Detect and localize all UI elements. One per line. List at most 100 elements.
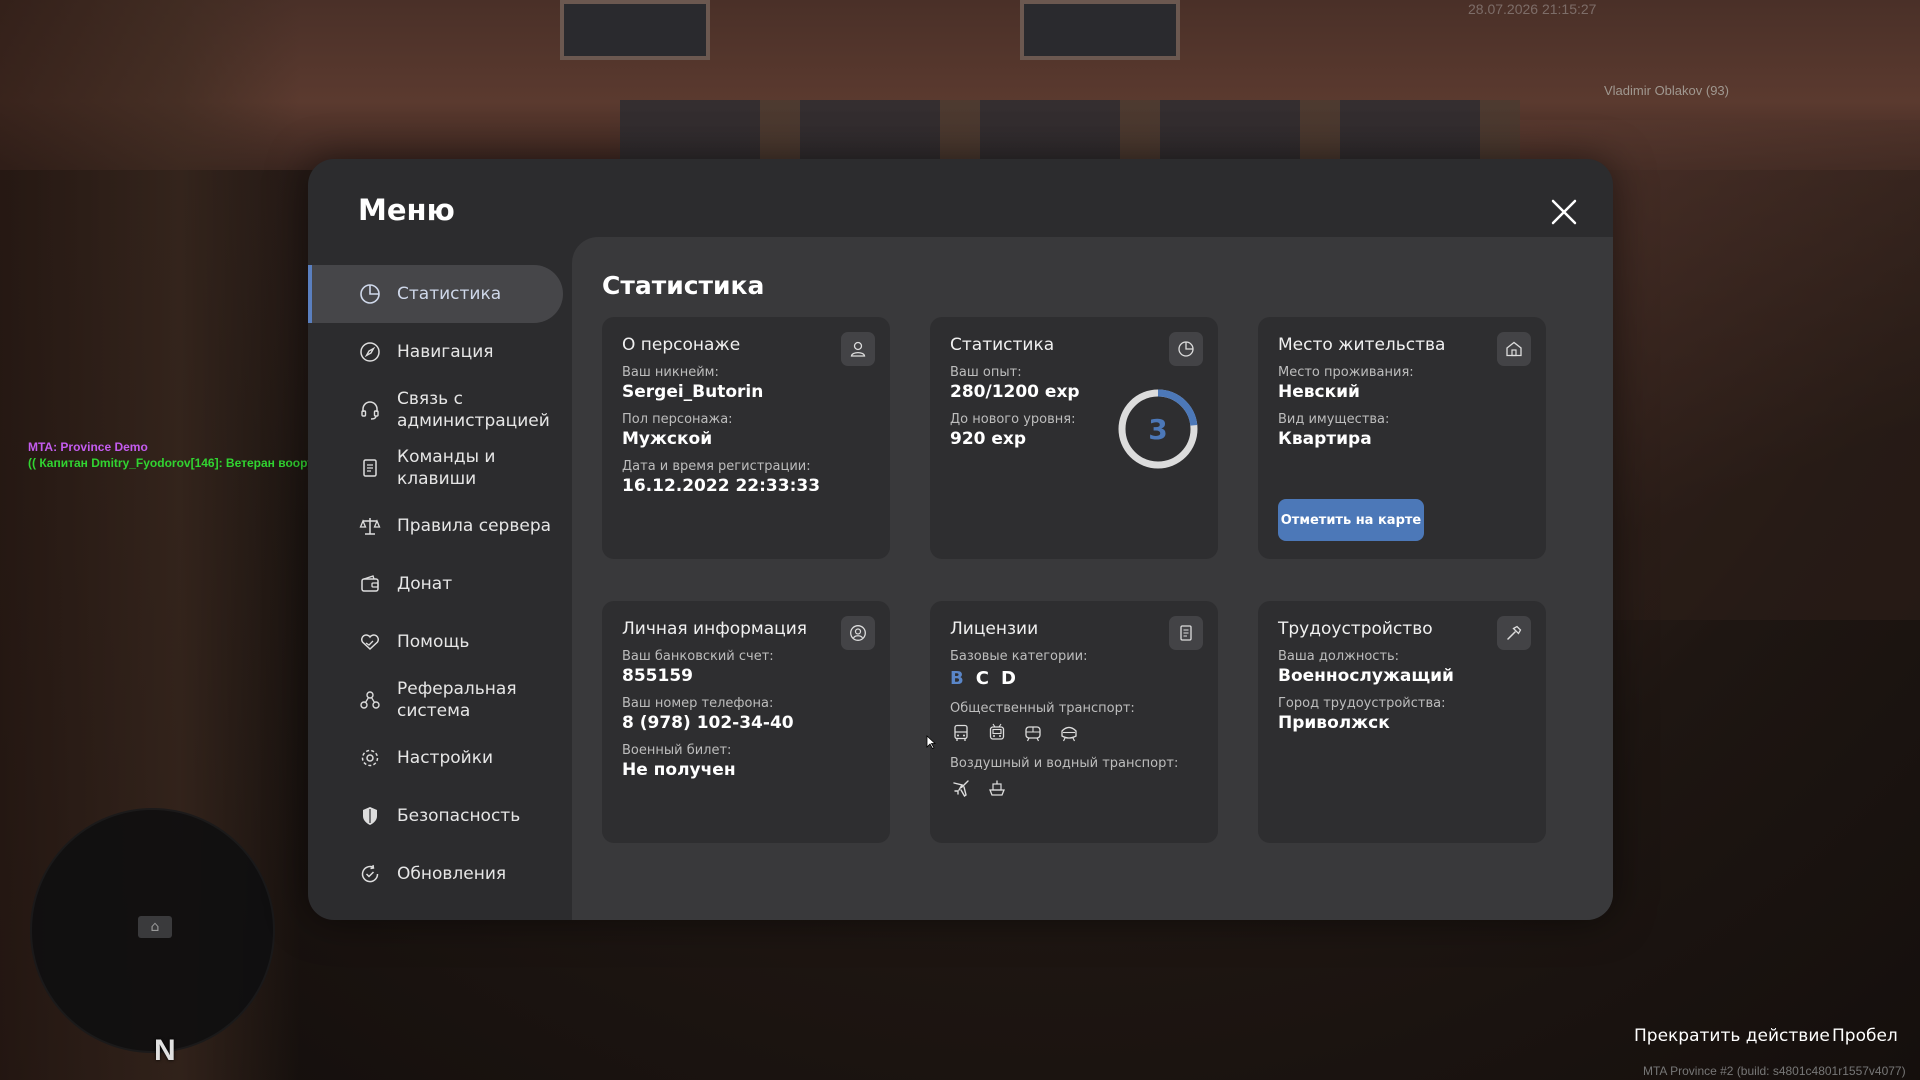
gender-label: Пол персонажа: bbox=[622, 412, 733, 427]
level-number: 3 bbox=[1148, 413, 1167, 446]
refresh-check-icon bbox=[358, 862, 382, 886]
position-value: Военнослужащий bbox=[1278, 666, 1454, 686]
wallet-icon bbox=[358, 572, 382, 596]
character-card: О персонаже Ваш никнейм: Sergei_Butorin … bbox=[602, 317, 890, 559]
sidebar-item-updates[interactable]: Обновления bbox=[308, 845, 572, 903]
licenses-card: Лицензии Базовые категории: B C D Общест… bbox=[930, 601, 1218, 843]
sidebar-item-label: Команды и клавиши bbox=[397, 447, 496, 489]
sidebar-item-label: Обновления bbox=[397, 864, 507, 884]
sidebar-item-rules[interactable]: Правила сервера bbox=[308, 497, 572, 555]
minimap-player-icon: ⌂ bbox=[138, 916, 172, 938]
card-title: Место жительства bbox=[1278, 335, 1446, 355]
level-progress-ring: 3 bbox=[1118, 389, 1198, 469]
phone-label: Ваш номер телефона: bbox=[622, 696, 774, 711]
license-category-c: C bbox=[975, 668, 989, 689]
user-circle-icon bbox=[850, 625, 866, 641]
gear-icon bbox=[358, 746, 382, 770]
menu-title: Меню bbox=[358, 193, 455, 227]
sidebar-item-label: Навигация bbox=[397, 342, 494, 362]
hint-key: Пробел bbox=[1832, 1026, 1898, 1046]
job-city-label: Город трудоустройства: bbox=[1278, 696, 1446, 711]
air-water-transport-icons bbox=[950, 777, 1198, 799]
registration-value: 16.12.2022 22:33:33 bbox=[622, 476, 821, 496]
exp-label: Ваш опыт: bbox=[950, 365, 1022, 380]
minimap-compass: N bbox=[154, 1034, 176, 1067]
hammer-icon bbox=[1507, 625, 1522, 640]
sidebar-item-label: Статистика bbox=[397, 284, 502, 304]
heart-hands-icon bbox=[358, 630, 382, 654]
bus-icon bbox=[950, 722, 972, 744]
registration-label: Дата и время регистрации: bbox=[622, 459, 811, 474]
residence-place-label: Место проживания: bbox=[1278, 365, 1414, 380]
sidebar-item-help[interactable]: Помощь bbox=[308, 613, 572, 671]
airplane-icon bbox=[950, 777, 972, 799]
sidebar-item-referral[interactable]: Реферальная система bbox=[308, 671, 572, 729]
nickname-label: Ваш никнейм: bbox=[622, 365, 719, 380]
sidebar: Статистика Навигация Связь с администрац… bbox=[308, 265, 572, 903]
sidebar-item-security[interactable]: Безопасность bbox=[308, 787, 572, 845]
employment-card: Трудоустройство Ваша должность: Военносл… bbox=[1258, 601, 1546, 843]
property-type-value: Квартира bbox=[1278, 429, 1372, 449]
card-title: Статистика bbox=[950, 335, 1055, 355]
sidebar-item-label: Донат bbox=[397, 574, 453, 594]
license-category-b: B bbox=[950, 668, 964, 689]
compass-icon bbox=[358, 340, 382, 364]
license-category-d: D bbox=[1000, 668, 1016, 689]
tram-icon bbox=[1022, 722, 1044, 744]
sidebar-item-commands[interactable]: Команды и клавиши bbox=[308, 439, 572, 497]
id-card-icon bbox=[1180, 625, 1192, 641]
sidebar-item-label: Реферальная система bbox=[397, 679, 517, 721]
sidebar-item-contact-admin[interactable]: Связь с администрацией bbox=[308, 381, 572, 439]
pie-chart-icon bbox=[1178, 341, 1194, 357]
license-categories: B C D bbox=[950, 668, 1198, 689]
sidebar-item-statistics[interactable]: Статистика bbox=[308, 265, 563, 323]
close-button[interactable] bbox=[1543, 191, 1585, 233]
content-area: Статистика О персонаже Ваш никнейм: Serg… bbox=[572, 237, 1613, 920]
card-title: О персонаже bbox=[622, 335, 741, 355]
headset-icon bbox=[358, 398, 382, 422]
hint-action: Прекратить действие bbox=[1634, 1026, 1830, 1046]
card-icon-button bbox=[1497, 332, 1531, 366]
mouse-cursor-icon bbox=[926, 735, 936, 749]
public-transport-label: Общественный транспорт: bbox=[950, 701, 1135, 716]
sidebar-item-navigation[interactable]: Навигация bbox=[308, 323, 572, 381]
bank-account-value: 855159 bbox=[622, 666, 693, 686]
personal-info-card: Личная информация Ваш банковский счет: 8… bbox=[602, 601, 890, 843]
metro-icon bbox=[1058, 722, 1080, 744]
gender-value: Мужской bbox=[622, 429, 713, 449]
hud-player-tag: Vladimir Oblakov (93) bbox=[1604, 83, 1729, 98]
sidebar-item-donate[interactable]: Донат bbox=[308, 555, 572, 613]
referral-icon bbox=[358, 688, 382, 712]
hud-datetime: 28.07.2026 21:15:27 bbox=[1468, 1, 1597, 17]
mark-on-map-button[interactable]: Отметить на карте bbox=[1278, 499, 1424, 541]
pie-chart-icon bbox=[358, 282, 382, 306]
background-window bbox=[1020, 0, 1180, 60]
residence-place-value: Невский bbox=[1278, 382, 1360, 402]
user-icon bbox=[850, 341, 866, 357]
sidebar-item-label: Правила сервера bbox=[397, 516, 552, 536]
nickname-value: Sergei_Butorin bbox=[622, 382, 764, 402]
job-city-value: Приволжск bbox=[1278, 713, 1390, 733]
boat-icon bbox=[986, 777, 1008, 799]
close-icon bbox=[1551, 199, 1577, 225]
base-categories-label: Базовые категории: bbox=[950, 649, 1088, 664]
position-label: Ваша должность: bbox=[1278, 649, 1400, 664]
residence-card: Место жительства Место проживания: Невск… bbox=[1258, 317, 1546, 559]
sidebar-item-label: Безопасность bbox=[397, 806, 521, 826]
card-icon-button bbox=[1169, 332, 1203, 366]
document-icon bbox=[358, 456, 382, 480]
sidebar-item-settings[interactable]: Настройки bbox=[308, 729, 572, 787]
scales-icon bbox=[358, 514, 382, 538]
air-water-transport-label: Воздушный и водный транспорт: bbox=[950, 756, 1179, 771]
sidebar-item-label: Связь с администрацией bbox=[397, 389, 550, 431]
stats-card: Статистика Ваш опыт: 280/1200 exp До нов… bbox=[930, 317, 1218, 559]
card-title: Личная информация bbox=[622, 619, 808, 639]
chat-line: MTA: Province Demo bbox=[28, 440, 148, 454]
card-title: Трудоустройство bbox=[1278, 619, 1433, 639]
background-beds bbox=[620, 100, 1520, 160]
shield-icon bbox=[358, 804, 382, 828]
card-icon-button bbox=[1497, 616, 1531, 650]
sidebar-item-label: Настройки bbox=[397, 748, 494, 768]
bank-account-label: Ваш банковский счет: bbox=[622, 649, 774, 664]
sidebar-item-label: Помощь bbox=[397, 632, 470, 652]
